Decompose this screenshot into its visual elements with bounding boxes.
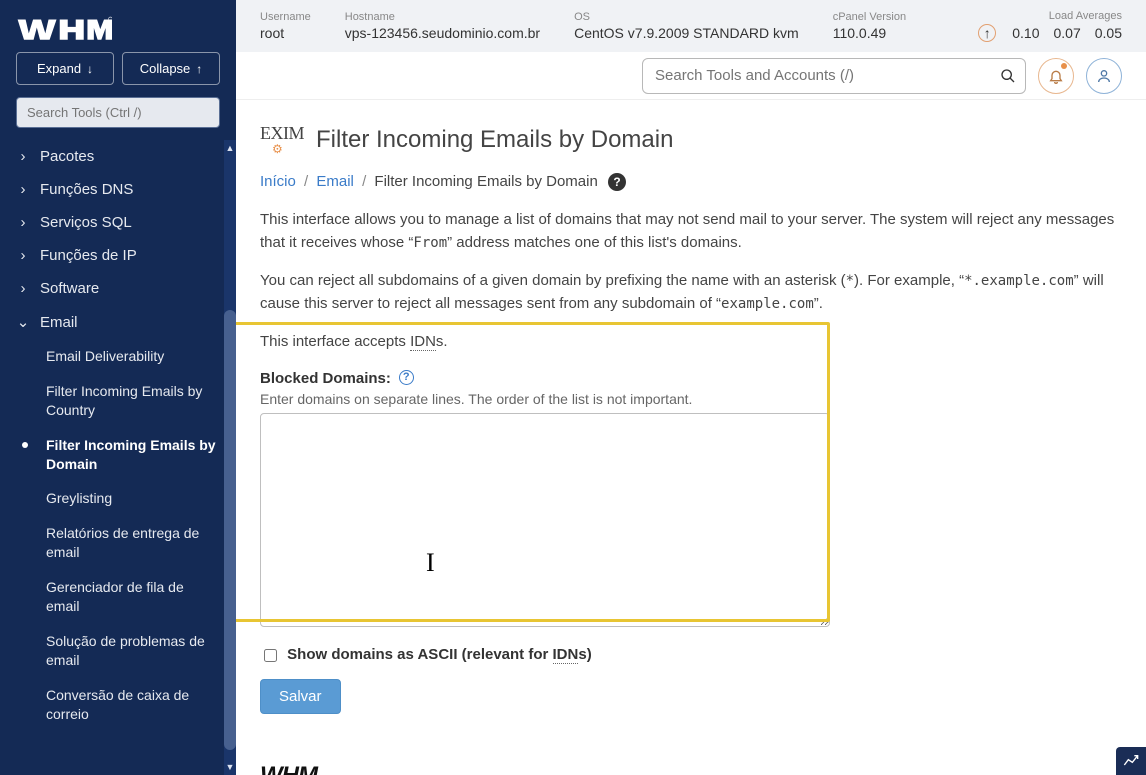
sidebar-item-filter-country[interactable]: Filter Incoming Emails by Country — [0, 374, 236, 428]
page-title: Filter Incoming Emails by Domain — [316, 126, 673, 154]
sidebar-section-dns[interactable]: ›Funções DNS — [0, 173, 236, 206]
content-area: EXIM ⚙ Filter Incoming Emails by Domain … — [236, 100, 1146, 775]
topbar-load-averages: Load Averages ↑ 0.10 0.07 0.05 — [978, 10, 1122, 42]
topbar-username: Username root — [260, 11, 311, 41]
notifications-button[interactable] — [1038, 58, 1074, 94]
top-status-bar: Username root Hostname vps-123456.seudom… — [236, 0, 1146, 52]
sidebar-section-pacotes[interactable]: ›Pacotes — [0, 140, 236, 173]
breadcrumb: Início / Email / Filter Incoming Emails … — [260, 173, 1122, 191]
chevron-right-icon: › — [16, 214, 30, 231]
breadcrumb-email[interactable]: Email — [316, 173, 354, 190]
global-search-input[interactable] — [642, 58, 1026, 94]
exim-icon: EXIM ⚙ — [260, 124, 304, 155]
sidebar-item-delivery-reports[interactable]: Relatórios de entrega de email — [0, 516, 236, 570]
scroll-down-icon[interactable]: ▼ — [224, 759, 236, 775]
user-icon — [1096, 68, 1112, 84]
intro-paragraph-1: This interface allows you to manage a li… — [260, 209, 1122, 254]
sidebar-item-mailbox-convert[interactable]: Conversão de caixa de correio — [0, 678, 236, 732]
topbar-hostname: Hostname vps-123456.seudominio.com.br — [345, 11, 540, 41]
chart-icon — [1123, 754, 1139, 768]
intro-paragraph-2: You can reject all subdomains of a given… — [260, 270, 1122, 315]
sidebar-scrollbar[interactable]: ▲ ▼ — [224, 140, 236, 775]
info-icon[interactable]: ? — [399, 370, 414, 385]
page-title-row: EXIM ⚙ Filter Incoming Emails by Domain — [260, 124, 1122, 155]
notification-dot-icon — [1061, 63, 1067, 69]
sidebar-item-greylisting[interactable]: Greylisting — [0, 481, 236, 516]
topbar-cpanel-version: cPanel Version 110.0.49 — [833, 11, 906, 41]
chevron-right-icon: › — [16, 247, 30, 264]
arrow-up-icon: ↑ — [196, 62, 202, 76]
collapse-button[interactable]: Collapse↑ — [122, 52, 220, 85]
arrow-down-icon: ↓ — [87, 62, 93, 76]
expand-button[interactable]: Expand↓ — [16, 52, 114, 85]
bell-icon — [1048, 68, 1064, 84]
blocked-domains-textarea[interactable] — [260, 413, 830, 627]
gear-icon: ⚙ — [272, 143, 282, 155]
chevron-right-icon: › — [16, 181, 30, 198]
sidebar-section-email[interactable]: ⌄Email — [0, 305, 236, 339]
toolbar — [236, 52, 1146, 100]
ascii-checkbox[interactable] — [264, 649, 277, 662]
chevron-down-icon: ⌄ — [16, 313, 30, 331]
sidebar-nav: ›Pacotes ›Funções DNS ›Serviços SQL ›Fun… — [0, 140, 236, 775]
footer-logo: WHM 110.0.49 — [260, 762, 1122, 775]
scroll-thumb[interactable] — [224, 310, 236, 750]
sidebar-item-filter-domain[interactable]: Filter Incoming Emails by Domain — [0, 428, 236, 482]
save-button[interactable]: Salvar — [260, 679, 341, 714]
user-menu-button[interactable] — [1086, 58, 1122, 94]
scroll-up-icon[interactable]: ▲ — [224, 140, 236, 156]
sidebar-section-ip[interactable]: ›Funções de IP — [0, 239, 236, 272]
search-icon[interactable] — [1000, 68, 1016, 84]
sidebar: Expand↓ Collapse↑ ›Pacotes ›Funções DNS … — [0, 0, 236, 775]
sidebar-item-email-deliverability[interactable]: Email Deliverability — [0, 339, 236, 374]
sidebar-item-troubleshoot[interactable]: Solução de problemas de email — [0, 624, 236, 678]
ascii-checkbox-label[interactable]: Show domains as ASCII (relevant for IDNs… — [260, 646, 592, 663]
intro-paragraph-3: This interface accepts IDNs. — [260, 331, 1122, 354]
topbar-os: OS CentOS v7.9.2009 STANDARD kvm — [574, 11, 799, 41]
sidebar-search-input[interactable] — [16, 97, 220, 128]
chevron-right-icon: › — [16, 280, 30, 297]
blocked-domains-hint: Enter domains on separate lines. The ord… — [260, 391, 1122, 407]
chevron-right-icon: › — [16, 148, 30, 165]
breadcrumb-home[interactable]: Início — [260, 173, 296, 190]
stats-toggle-button[interactable] — [1116, 747, 1146, 775]
help-icon[interactable]: ? — [608, 173, 626, 191]
blocked-domains-label: Blocked Domains: — [260, 370, 391, 387]
upload-icon: ↑ — [978, 24, 996, 42]
sidebar-section-software[interactable]: ›Software — [0, 272, 236, 305]
sidebar-section-sql[interactable]: ›Serviços SQL — [0, 206, 236, 239]
breadcrumb-current: Filter Incoming Emails by Domain — [374, 173, 597, 190]
whm-logo — [0, 0, 236, 52]
sidebar-item-queue-manager[interactable]: Gerenciador de fila de email — [0, 570, 236, 624]
